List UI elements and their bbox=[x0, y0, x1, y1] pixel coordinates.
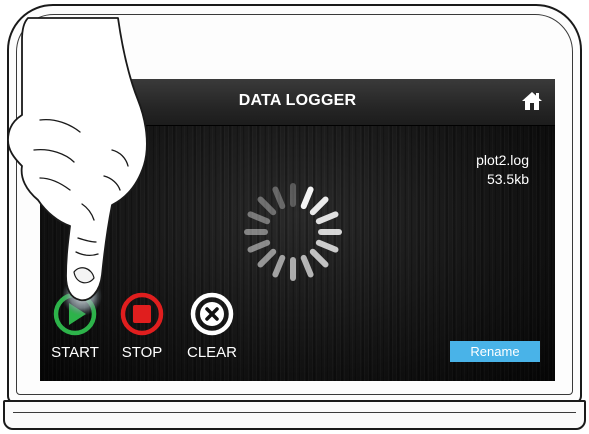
spinner-segment bbox=[247, 211, 271, 225]
spinner-segment bbox=[315, 239, 339, 253]
device-stage: DATA LOGGER plot2.log 53.5kb START STOP … bbox=[0, 0, 589, 434]
stop-icon bbox=[120, 292, 164, 336]
file-size: 53.5kb bbox=[486, 171, 529, 187]
spinner-icon bbox=[244, 183, 342, 281]
home-icon bbox=[522, 92, 542, 110]
spinner-segment bbox=[272, 186, 286, 210]
play-icon bbox=[53, 292, 97, 336]
rename-button[interactable]: Rename bbox=[450, 341, 540, 362]
spinner-segment bbox=[257, 196, 277, 216]
spinner-segment bbox=[300, 186, 314, 210]
spinner-segment bbox=[257, 248, 277, 268]
clear-button[interactable]: CLEAR bbox=[177, 292, 247, 361]
spinner-segment bbox=[247, 239, 271, 253]
spinner-segment bbox=[272, 254, 286, 278]
page-title: DATA LOGGER bbox=[238, 92, 357, 109]
spinner-segment bbox=[315, 211, 339, 225]
device-base bbox=[3, 400, 586, 430]
clear-label: CLEAR bbox=[186, 344, 238, 361]
stop-button[interactable]: STOP bbox=[107, 292, 177, 361]
file-info: plot2.log 53.5kb bbox=[409, 151, 529, 189]
spinner-segment bbox=[300, 254, 314, 278]
clear-icon bbox=[190, 292, 234, 336]
title-bar: DATA LOGGER bbox=[40, 79, 555, 126]
start-label: START bbox=[51, 344, 99, 361]
spinner-segment bbox=[309, 196, 329, 216]
stop-label: STOP bbox=[121, 344, 163, 361]
touch-screen: DATA LOGGER plot2.log 53.5kb START STOP … bbox=[40, 79, 555, 381]
start-button[interactable]: START bbox=[40, 292, 110, 361]
spinner-segment bbox=[309, 248, 329, 268]
device-base-line bbox=[13, 412, 576, 413]
home-button[interactable] bbox=[521, 91, 543, 111]
spinner-segments bbox=[244, 183, 342, 281]
file-name: plot2.log bbox=[476, 152, 529, 168]
